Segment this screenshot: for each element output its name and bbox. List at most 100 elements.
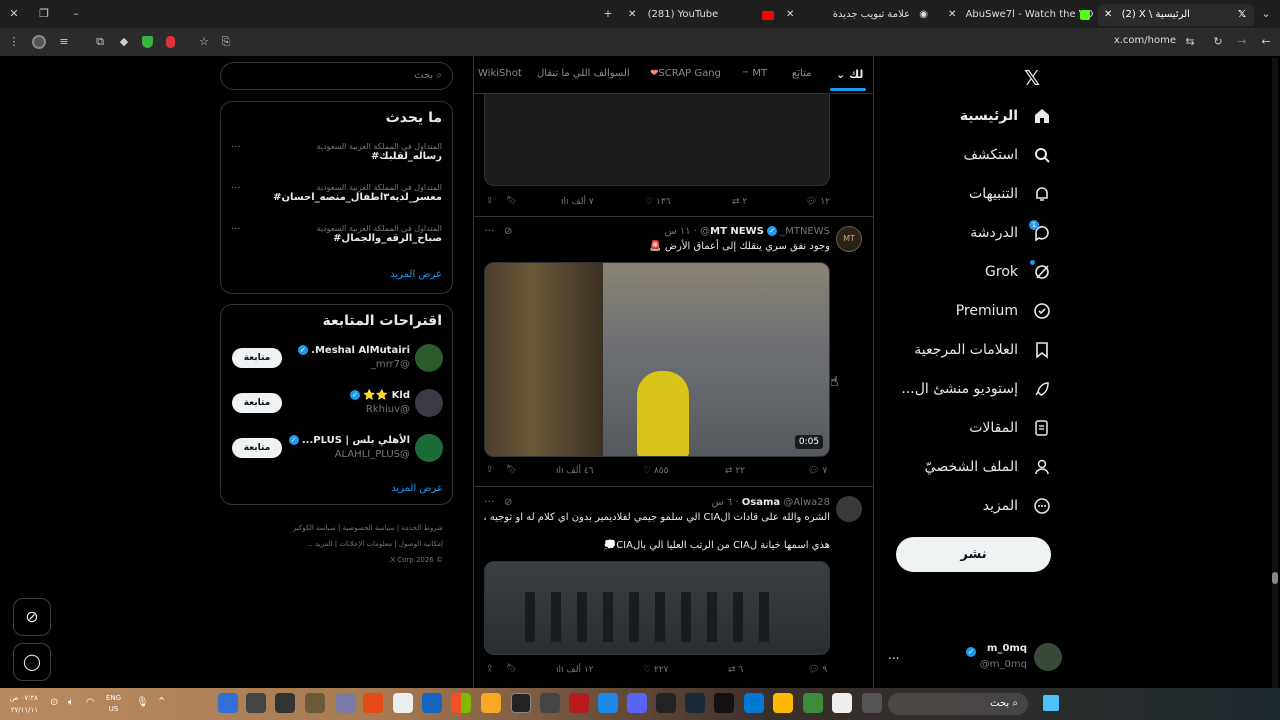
windows-start-icon[interactable] [1043, 695, 1059, 711]
nav-notifications[interactable]: التنبيهات [969, 179, 1052, 209]
edge-icon[interactable] [744, 693, 764, 713]
nav-grok[interactable]: Grok [985, 257, 1052, 287]
post-avatar[interactable]: MT [836, 226, 862, 252]
media-controls-icon[interactable]: ≡ [56, 34, 72, 50]
taskbar-app-icon[interactable] [511, 693, 531, 713]
scrollbar-thumb[interactable] [1272, 572, 1278, 584]
file-explorer-icon[interactable] [773, 693, 793, 713]
profile-avatar-icon[interactable] [32, 35, 46, 49]
url-text[interactable]: x.com/home [1080, 35, 1176, 46]
chat-float-button[interactable]: ◯ [13, 643, 51, 681]
footer-privacy[interactable]: سياسة الخصوصية [343, 524, 395, 532]
window-restore-icon[interactable]: ❐ [36, 6, 52, 22]
reply-button[interactable]: 💬︎ ٧ [808, 466, 827, 476]
bookmark-button[interactable]: 🔖︎ [506, 664, 517, 674]
tab-close-icon[interactable]: ✕ [1104, 9, 1112, 20]
user-avatar[interactable] [415, 434, 443, 462]
steam-icon[interactable] [685, 693, 705, 713]
like-button[interactable]: ♡ ٢٢٧ [643, 665, 668, 675]
trend-more-icon[interactable]: ··· [231, 224, 241, 235]
page-scrollbar[interactable] [1272, 58, 1278, 688]
views-button[interactable]: ılı ٤٦ ألف [556, 466, 593, 476]
bookmark-star-icon[interactable]: ☆ [196, 34, 212, 50]
tab-close-icon[interactable]: ✕ [948, 9, 956, 20]
search-input[interactable]: بحث [414, 70, 433, 81]
follow-show-more[interactable]: عرض المزيد [380, 483, 443, 494]
follow-button[interactable]: متابعة [232, 438, 282, 458]
post-more-icon[interactable]: ··· [484, 224, 495, 237]
suggest-user[interactable]: Meshal AlMutairi. ✓ @mrr7_ [297, 345, 410, 370]
nav-home[interactable]: الرئيسية [960, 101, 1052, 131]
views-button[interactable]: ılı ١٢ ألف [556, 665, 593, 675]
trend-item[interactable]: المتداول في المملكة العربية السعودية #رس… [242, 142, 442, 162]
nav-more[interactable]: المزيد [983, 491, 1052, 521]
taskbar-search[interactable]: ⌕ بحث [888, 693, 1028, 715]
nav-creator-studio[interactable]: إستوديو منشئ ال... [901, 374, 1052, 404]
nav-chat[interactable]: 1 الدردشة [970, 218, 1052, 248]
repost-button[interactable]: ⇄ ٢ [732, 197, 747, 207]
taskbar-app-icon[interactable] [393, 693, 413, 713]
taskbar-app-icon[interactable] [540, 693, 560, 713]
share-button[interactable]: ⇪ [486, 465, 494, 475]
footer-ads-info[interactable]: معلومات الإعلانات [339, 540, 392, 548]
tab-following[interactable]: متابَع [792, 68, 812, 79]
views-button[interactable]: ılı ٧ ألف [561, 197, 594, 207]
post-image[interactable] [484, 561, 830, 655]
account-switcher[interactable]: ... m_0mq ✓ @m_0mq [884, 640, 1062, 676]
post-author-name[interactable]: MT NEWS [710, 226, 764, 237]
suggest-user[interactable]: Kld ⭐⭐ ✓ @Rkhiuv [300, 390, 410, 415]
footer-terms[interactable]: شروط الخدمة [401, 524, 443, 532]
post-time[interactable]: ١١ س [664, 226, 690, 237]
like-button[interactable]: ♡ ٨٥٥ [643, 466, 668, 476]
taskbar-app-icon[interactable] [336, 693, 356, 713]
tab-mt[interactable]: ™ MT [742, 68, 767, 79]
share-button[interactable]: ⇪ [486, 196, 494, 206]
taskbar-app-icon[interactable] [451, 693, 471, 713]
user-avatar[interactable] [415, 389, 443, 417]
bookmark-button[interactable]: 🔖︎ [506, 465, 517, 475]
discord-icon[interactable] [627, 693, 647, 713]
footer-accessibility[interactable]: إمكانية الوصول [399, 540, 443, 548]
search-box[interactable]: ⌕ بحث [220, 62, 453, 90]
trends-show-more[interactable]: عرض المزيد [390, 269, 442, 280]
repost-button[interactable]: ⇄ ٦ [728, 665, 743, 675]
share-button[interactable]: ⇪ [486, 664, 494, 674]
trend-item[interactable]: المتداول في المملكة العربية السعودية #مع… [242, 183, 442, 203]
taskbar-app-icon[interactable] [656, 693, 676, 713]
tab-kick[interactable]: ✕ AbuSwe7l - Watch the VOD on [942, 4, 1094, 26]
taskbar-app-icon[interactable] [569, 693, 589, 713]
taskbar-app-icon[interactable] [305, 693, 325, 713]
tab-x-home[interactable]: ✕ (2) X \ الرئيسية 𝕏 [1098, 4, 1254, 26]
post-avatar[interactable] [836, 496, 862, 522]
extension-red-icon[interactable] [166, 36, 175, 48]
post-time[interactable]: ٦ س [711, 497, 732, 508]
back-icon[interactable]: ← [1258, 34, 1274, 50]
like-button[interactable]: ♡ ١٣٦ [645, 197, 670, 207]
tab-suwalif[interactable]: السوالف اللي ما تنقال [537, 68, 630, 79]
nav-explore[interactable]: استكشف [963, 140, 1052, 170]
taskbar-app-icon[interactable] [598, 693, 618, 713]
nav-bookmarks[interactable]: العلامات المرجعية [914, 335, 1052, 365]
extension-diamond-icon[interactable]: ◆ [116, 34, 132, 50]
post-video[interactable]: 0:05 [484, 262, 830, 457]
tab-new-tab[interactable]: ◉ علامة تبويب جديدة [808, 4, 938, 26]
tab-youtube[interactable]: ✕ (281) YouTube ✕ [622, 4, 802, 26]
tab-search-icon[interactable]: ⌄ [1258, 6, 1274, 22]
grok-post-icon[interactable]: ⊘ [504, 226, 512, 237]
user-avatar[interactable] [415, 344, 443, 372]
suggest-user[interactable]: الأهلي بلس | PLUS... ✓ @ALAHLI_PLUS [288, 435, 410, 460]
wifi-icon[interactable]: ◠ [86, 697, 95, 708]
footer-cookies[interactable]: سياسة الكوكيز [293, 524, 336, 532]
trend-more-icon[interactable]: ··· [231, 183, 241, 194]
browser-menu-icon[interactable]: ⋮ [6, 34, 22, 50]
tab-scrap-gang[interactable]: ❤SCRAP Gang [650, 68, 721, 79]
nav-premium[interactable]: Premium [956, 296, 1052, 326]
language-indicator[interactable]: ENG US [106, 693, 121, 715]
chevron-down-icon[interactable]: ⌄ [836, 68, 845, 81]
follow-button[interactable]: متابعة [232, 393, 282, 413]
tab-for-you[interactable]: ⌄ لك [836, 68, 863, 81]
site-settings-icon[interactable]: ⇆ [1182, 34, 1198, 50]
taskbar-app-icon[interactable] [246, 693, 266, 713]
nav-profile[interactable]: الملف الشخصيّ [925, 452, 1052, 482]
post-media[interactable] [484, 94, 830, 186]
